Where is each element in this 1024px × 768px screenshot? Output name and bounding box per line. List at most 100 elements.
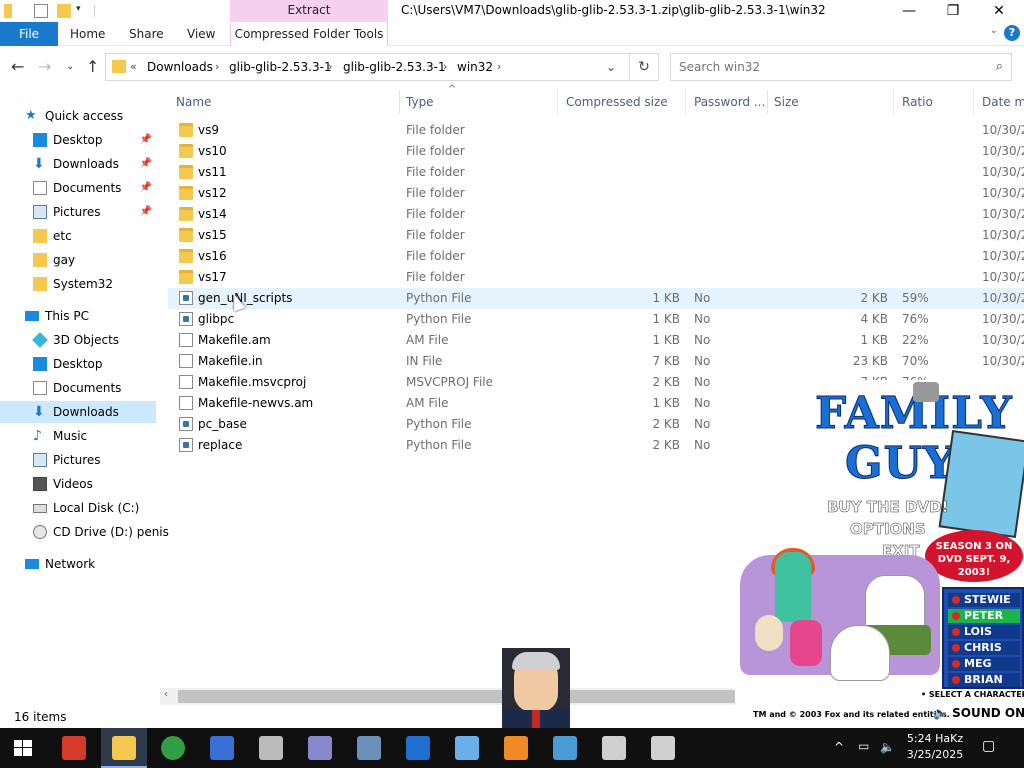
- customize-toolbar-icon[interactable]: ▾: [76, 4, 86, 18]
- sound-toggle[interactable]: 🔈 SOUND ON: [933, 706, 1024, 720]
- overflow-crumb[interactable]: «: [130, 60, 137, 73]
- file-row[interactable]: vs14 File folder 10/30/20: [168, 204, 1024, 225]
- notifications-icon[interactable]: ▢: [982, 738, 995, 754]
- sidebar-item-pc-documents[interactable]: Documents: [0, 377, 156, 399]
- close-button[interactable]: ✕: [976, 0, 1022, 22]
- help-icon[interactable]: ?: [1004, 25, 1020, 41]
- tab-file[interactable]: File: [0, 22, 58, 46]
- back-arrow-icon[interactable]: ←: [11, 57, 24, 76]
- app-paint-icon[interactable]: [455, 736, 479, 760]
- app-search-icon[interactable]: [504, 736, 528, 760]
- app-printer-icon[interactable]: [259, 736, 283, 760]
- ad-buy-dvd-link[interactable]: BUY THE DVD!: [827, 498, 949, 517]
- file-row[interactable]: gen_uNI_scripts Python File 1 KB No 2 KB 59% 1…: [168, 288, 1024, 309]
- sidebar-item-documents[interactable]: Documents 📌: [0, 177, 156, 199]
- app-monitor-icon[interactable]: [357, 736, 381, 760]
- pin-icon[interactable]: 📌: [140, 129, 152, 151]
- properties-icon[interactable]: [34, 4, 48, 18]
- column-password[interactable]: Password ...: [686, 90, 768, 114]
- refresh-button[interactable]: ↻: [629, 53, 659, 81]
- sidebar-item-gay[interactable]: gay: [0, 249, 156, 271]
- column-name[interactable]: Name: [168, 90, 400, 114]
- breadcrumb-win32[interactable]: win32: [457, 60, 493, 74]
- character-peter[interactable]: PETER: [948, 609, 1020, 623]
- character-meg[interactable]: MEG: [948, 657, 1020, 671]
- file-row[interactable]: vs10 File folder 10/30/20: [168, 141, 1024, 162]
- network-tray-icon[interactable]: ▭: [858, 739, 869, 753]
- ad-options-link[interactable]: OPTIONS: [850, 520, 926, 539]
- file-row[interactable]: glibpc Python File 1 KB No 4 KB 76% 10/30/20: [168, 309, 1024, 330]
- windows-start-icon[interactable]: [14, 740, 32, 756]
- address-dropdown-icon[interactable]: ⌄: [606, 60, 616, 74]
- breadcrumb-separator-icon[interactable]: ›: [443, 60, 447, 73]
- character-chris[interactable]: CHRIS: [948, 641, 1020, 655]
- sidebar-item-network[interactable]: Network: [0, 553, 156, 575]
- search-box[interactable]: ⌕: [670, 53, 1012, 81]
- pin-icon[interactable]: 📌: [140, 153, 152, 175]
- tab-share[interactable]: Share: [129, 22, 164, 46]
- app-steam-icon[interactable]: [602, 736, 626, 760]
- sidebar-item-music[interactable]: ♪ Music: [0, 425, 156, 447]
- column-type[interactable]: Type: [398, 90, 558, 114]
- file-row[interactable]: vs17 File folder 10/30/20: [168, 267, 1024, 288]
- sidebar-item-pc-pictures[interactable]: Pictures: [0, 449, 156, 471]
- tray-clock[interactable]: 5:24 HaKz 3/25/2025: [905, 731, 965, 763]
- app-globe-icon[interactable]: [406, 736, 430, 760]
- file-row[interactable]: vs9 File folder 10/30/20: [168, 120, 1024, 141]
- app-window-icon[interactable]: [553, 736, 577, 760]
- search-icon[interactable]: ⌕: [996, 59, 1003, 74]
- app-calculator-icon[interactable]: [651, 736, 675, 760]
- up-arrow-icon[interactable]: ↑: [86, 57, 99, 76]
- app-red-icon[interactable]: [62, 736, 86, 760]
- breadcrumb-downloads[interactable]: Downloads: [147, 60, 213, 74]
- column-date-modified[interactable]: Date mo: [974, 90, 1024, 114]
- breadcrumb-separator-icon[interactable]: ›: [328, 60, 332, 73]
- chrome-icon[interactable]: [161, 736, 185, 760]
- file-row[interactable]: Makefile.am AM File 1 KB No 1 KB 22% 10/30/20: [168, 330, 1024, 351]
- pin-icon[interactable]: 📌: [140, 177, 152, 199]
- address-bar[interactable]: « Downloads › glib-glib-2.53.3-1 › glib-…: [105, 53, 659, 81]
- file-row[interactable]: Makefile.in IN File 7 KB No 23 KB 70% 10/30/20: [168, 351, 1024, 372]
- file-row[interactable]: vs11 File folder 10/30/20: [168, 162, 1024, 183]
- forward-arrow-icon[interactable]: →: [38, 57, 51, 76]
- search-input[interactable]: [679, 60, 979, 74]
- app-people-icon[interactable]: [308, 736, 332, 760]
- tray-overflow-icon[interactable]: ^: [834, 740, 844, 754]
- file-row[interactable]: vs15 File folder 10/30/20: [168, 225, 1024, 246]
- sidebar-item-cd-drive[interactable]: CD Drive (D:) penis: [0, 521, 169, 543]
- sidebar-item-system32[interactable]: System32: [0, 273, 156, 295]
- recent-locations-icon[interactable]: ⌄: [66, 61, 74, 72]
- sidebar-item-quick-access[interactable]: ★ Quick access: [0, 105, 156, 127]
- character-stewie[interactable]: STEWIE: [948, 593, 1020, 607]
- tab-view[interactable]: View: [187, 22, 215, 46]
- volume-icon[interactable]: 🔈: [880, 740, 895, 754]
- minimize-button[interactable]: —: [886, 0, 932, 22]
- sidebar-item-3d-objects[interactable]: 3D Objects: [0, 329, 156, 351]
- character-lois[interactable]: LOIS: [948, 625, 1020, 639]
- file-row[interactable]: vs12 File folder 10/30/20: [168, 183, 1024, 204]
- extract-context-tab[interactable]: Extract: [230, 0, 388, 22]
- maximize-button[interactable]: ❐: [930, 0, 976, 22]
- sidebar-item-pc-downloads[interactable]: ⬇ Downloads: [0, 401, 156, 423]
- sidebar-item-desktop[interactable]: Desktop 📌: [0, 129, 156, 151]
- sidebar-item-this-pc[interactable]: This PC: [0, 305, 156, 327]
- character-brian[interactable]: BRIAN: [948, 673, 1020, 687]
- breadcrumb-separator-icon[interactable]: ›: [497, 60, 501, 73]
- family-guy-ad-popup[interactable]: FAMILY GUY BUY THE DVD! OPTIONS EXIT SEA…: [735, 380, 1024, 728]
- column-size[interactable]: Size: [766, 90, 894, 114]
- column-compressed-size[interactable]: Compressed size: [558, 90, 686, 114]
- breadcrumb-glib-1[interactable]: glib-glib-2.53.3-1: [229, 60, 332, 74]
- column-ratio[interactable]: Ratio: [894, 90, 974, 114]
- breadcrumb-glib-2[interactable]: glib-glib-2.53.3-1: [343, 60, 446, 74]
- file-row[interactable]: vs16 File folder 10/30/20: [168, 246, 1024, 267]
- file-explorer-icon[interactable]: [112, 736, 136, 760]
- sidebar-item-videos[interactable]: Videos: [0, 473, 156, 495]
- app-swirl-icon[interactable]: [210, 736, 234, 760]
- pin-icon[interactable]: 📌: [140, 201, 152, 223]
- new-folder-icon[interactable]: [57, 4, 71, 18]
- tab-compressed-folder-tools[interactable]: Compressed Folder Tools: [230, 22, 388, 46]
- sidebar-item-pictures[interactable]: Pictures 📌: [0, 201, 156, 223]
- sidebar-item-pc-desktop[interactable]: Desktop: [0, 353, 156, 375]
- breadcrumb-separator-icon[interactable]: ›: [215, 60, 219, 73]
- expand-ribbon-icon[interactable]: ⌄: [990, 25, 998, 36]
